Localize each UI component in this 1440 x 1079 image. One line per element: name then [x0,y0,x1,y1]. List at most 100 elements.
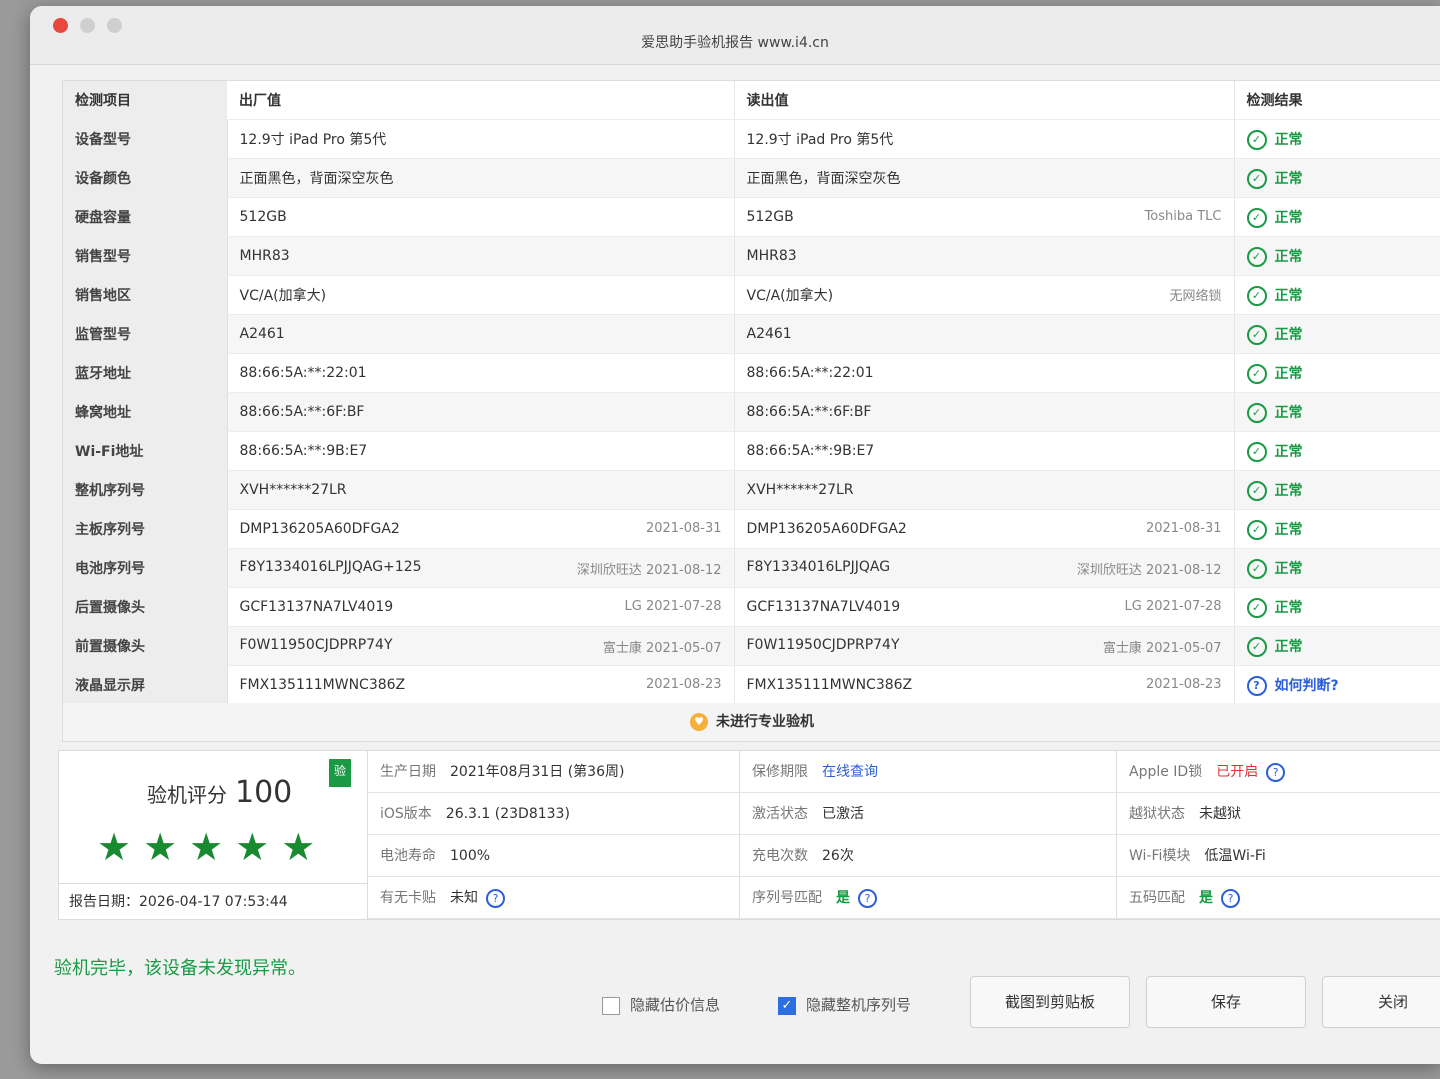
serial-match: 序列号匹配是? [740,877,1117,919]
shield-icon: ♥ [690,713,708,731]
check-circle-icon: ✓ [1246,324,1267,345]
five-code-match: 五码匹配是? [1117,877,1440,919]
check-result: ✓ 正常 [1234,431,1440,471]
table-row: Wi-Fi地址 88:66:5A:**:9B:E7 88:66:5A:**:9B:E… [63,431,1440,471]
table-row: 销售地区 VC/A(加拿大) VC/A(加拿大) 无网络锁 ✓ 正常 [63,275,1440,315]
item-name: 前置摄像头 [63,626,228,666]
check-result: ✓ 正常 [1234,392,1440,432]
item-name: 监管型号 [63,314,228,354]
table-row: 监管型号 A2461 A2461 ✓ 正常 [63,314,1440,354]
copy-to-clipboard-button[interactable]: 截图到剪贴板 [970,976,1130,1028]
hide-serial-checkbox[interactable]: ✓ 隐藏整机序列号 [778,994,911,1015]
check-circle-icon: ✓ [1246,480,1267,501]
check-circle-icon: ✓ [1246,129,1267,150]
close-window-button[interactable] [53,18,68,33]
factory-value: 88:66:5A:**:9B:E7 [227,431,735,471]
item-name: 销售型号 [63,236,228,276]
sim-sticker: 有无卡贴 未知? [368,877,740,919]
read-value: DMP136205A60DFGA2 2021-08-31 [734,509,1235,549]
check-circle-icon: ✓ [1246,363,1267,384]
zoom-window-button[interactable] [107,18,122,33]
checkbox-unchecked-icon[interactable] [602,996,620,1015]
check-result: ✓ 正常 [1234,509,1440,549]
report-date: 报告日期：2026-04-17 07:53:44 [59,883,367,919]
item-name: 设备型号 [63,119,228,159]
help-icon[interactable]: ? [1266,762,1286,782]
info-grid: 生产日期 2021年08月31日 (第36周) 保修期限 在线查询 Apple ID… [368,751,1440,919]
table-row: 液晶显示屏 FMX135111MWNC386Z 2021-08-23 FMX13511… [63,665,1440,705]
read-value: 512GB Toshiba TLC [734,197,1235,237]
read-value: GCF13137NA7LV4019 LG 2021-07-28 [734,587,1235,627]
table-row: 蜂窝地址 88:66:5A:**:6F:BF 88:66:5A:**:6F:BF ✓ 正… [63,392,1440,432]
header-factory: 出厂值 [227,81,735,120]
check-result[interactable]: ? 如何判断? [1234,665,1440,705]
checkbox-checked-icon[interactable]: ✓ [778,996,796,1015]
item-name: 液晶显示屏 [63,665,228,705]
report-table: 检测项目 出厂值 读出值 检测结果 设备型号 12.9寸 iPad Pro 第5代… [62,80,1440,742]
check-circle-icon: ✓ [1246,597,1267,618]
warranty: 保修期限 在线查询 [740,751,1117,793]
factory-value: DMP136205A60DFGA2 2021-08-31 [227,509,735,549]
check-circle-icon: ✓ [1246,246,1267,267]
check-circle-icon: ✓ [1246,285,1267,306]
check-result: ✓ 正常 [1234,587,1440,627]
table-row: 主板序列号 DMP136205A60DFGA2 2021-08-31 DMP13620… [63,509,1440,549]
wifi-module: Wi-Fi模块 低温Wi-Fi [1117,835,1440,877]
help-icon[interactable]: ? [1221,888,1240,908]
read-value: F8Y1334016LPJJQAG 深圳欣旺达 2021-08-12 [734,548,1235,588]
pro-check-notice[interactable]: ♥ 未进行专业验机 [63,703,1440,741]
close-button[interactable]: 关闭 [1322,976,1440,1028]
summary-text: 验机完毕，该设备未发现异常。 [54,958,306,979]
check-circle-icon: ✓ [1246,168,1267,189]
apple-id-lock: Apple ID锁 已开启? [1117,751,1440,793]
save-button[interactable]: 保存 [1146,976,1306,1028]
window-title: 爱思助手验机报告 www.i4.cn [641,35,829,51]
read-value: XVH******27LR [734,470,1235,510]
star-rating: ★★★★★ [97,825,328,869]
check-result: ✓ 正常 [1234,353,1440,393]
check-result: ✓ 正常 [1234,626,1440,666]
item-name: 蜂窝地址 [63,392,228,432]
table-row: 销售型号 MHR83 MHR83 ✓ 正常 [63,236,1440,276]
check-circle-icon: ✓ [1246,558,1267,579]
factory-value: XVH******27LR [227,470,735,510]
table-row: 设备颜色 正面黑色，背面深空灰色 正面黑色，背面深空灰色 ✓ 正常 [63,158,1440,198]
help-icon[interactable]: ? [858,888,877,908]
factory-value: 88:66:5A:**:6F:BF [227,392,735,432]
help-icon[interactable]: ? [486,888,505,908]
read-value: 88:66:5A:**:6F:BF [734,392,1235,432]
check-result: ✓ 正常 [1234,197,1440,237]
item-name: 主板序列号 [63,509,228,549]
check-result: ✓ 正常 [1234,548,1440,588]
check-result: ✓ 正常 [1234,470,1440,510]
title-bar: 爱思助手验机报告 www.i4.cn [30,6,1440,65]
charge-cycles: 充电次数 26次 [740,835,1117,877]
ios-version: iOS版本 26.3.1 (23D8133) [368,793,740,835]
factory-value: 88:66:5A:**:22:01 [227,353,735,393]
hide-estimate-checkbox[interactable]: 隐藏估价信息 [602,994,720,1015]
header-result: 检测结果 [1234,81,1440,120]
item-name: 电池序列号 [63,548,228,588]
read-value: F0W11950CJDPRP74Y 富士康 2021-05-07 [734,626,1235,666]
read-value: A2461 [734,314,1235,354]
help-icon: ? [1246,675,1267,696]
item-name: 硬盘容量 [63,197,228,237]
table-row: 后置摄像头 GCF13137NA7LV4019 LG 2021-07-28 GCF13… [63,587,1440,627]
table-row: 电池序列号 F8Y1334016LPJJQAG+125 深圳欣旺达 2021-08-… [63,548,1440,588]
factory-value: MHR83 [227,236,735,276]
battery-life: 电池寿命 100% [368,835,740,877]
read-value: MHR83 [734,236,1235,276]
minimize-window-button[interactable] [80,18,95,33]
warranty-link[interactable]: 在线查询 [822,764,878,780]
check-result: ✓ 正常 [1234,158,1440,198]
score-value: 100 [235,775,293,810]
report-window: 爱思助手验机报告 www.i4.cn 检测项目 出厂值 读出值 检测结果 设备型… [30,6,1440,1064]
read-value: VC/A(加拿大) 无网络锁 [734,275,1235,315]
factory-value: A2461 [227,314,735,354]
pro-check-text: 未进行专业验机 [716,714,814,730]
check-circle-icon: ✓ [1246,636,1267,657]
read-value: 88:66:5A:**:9B:E7 [734,431,1235,471]
factory-value: 12.9寸 iPad Pro 第5代 [227,119,735,159]
table-row: 蓝牙地址 88:66:5A:**:22:01 88:66:5A:**:22:01 ✓ 正… [63,353,1440,393]
item-name: 后置摄像头 [63,587,228,627]
